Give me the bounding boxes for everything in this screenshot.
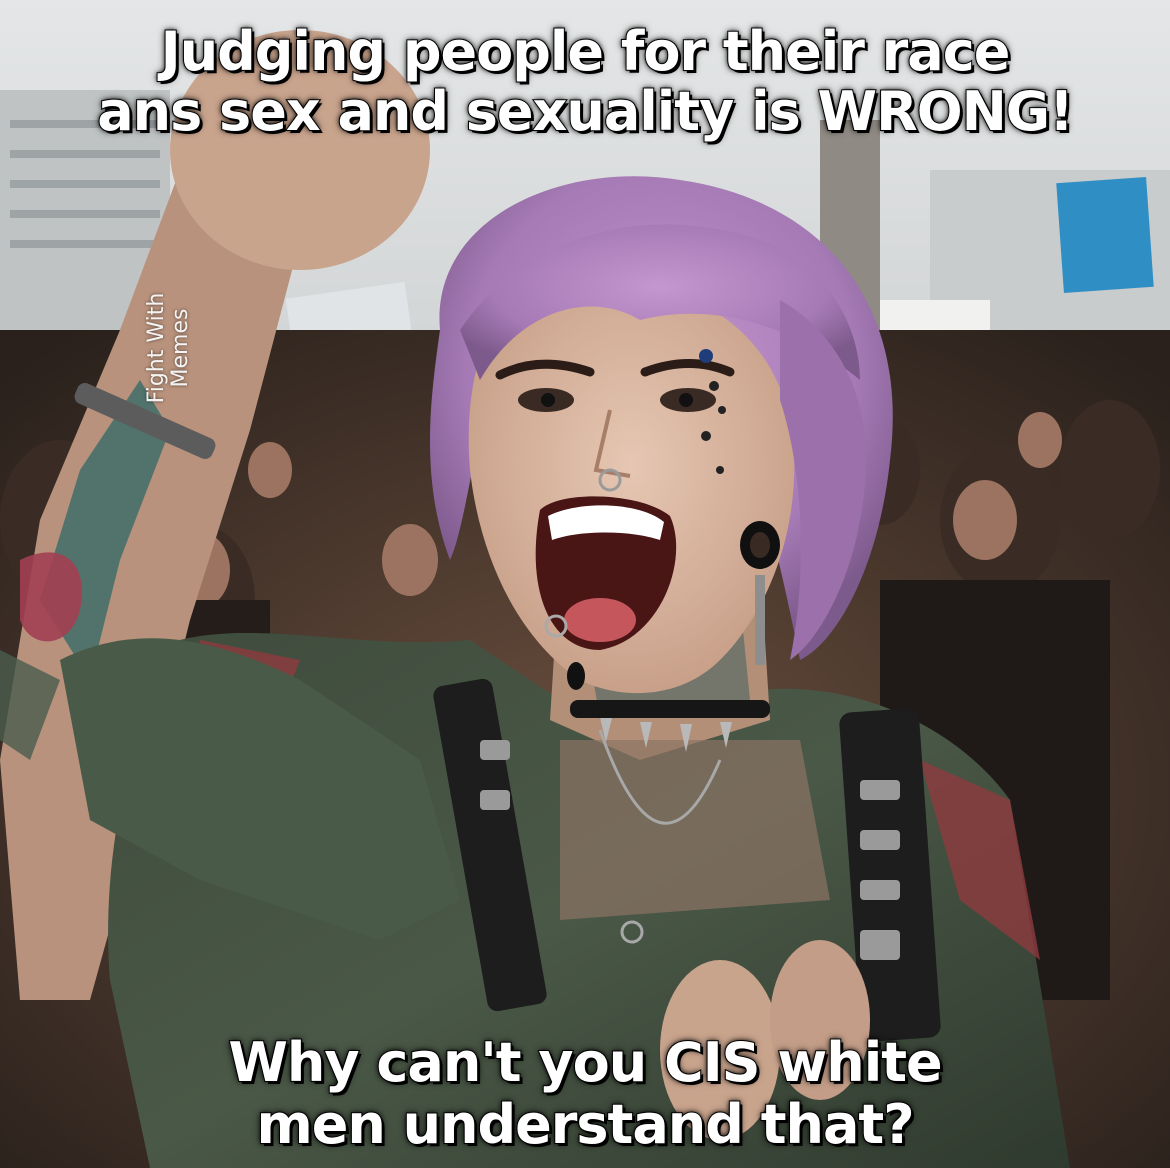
top-caption-line-2: ans sex and sexuality is WRONG! (96, 80, 1075, 143)
top-caption-line-1: Judging people for their race (160, 20, 1012, 83)
bottom-caption: Why can't you CIS white men understand t… (0, 1031, 1170, 1157)
bottom-caption-line-2: men understand that? (255, 1093, 915, 1157)
bottom-caption-line-1: Why can't you CIS white (227, 1031, 943, 1095)
watermark-line-2: Memes (168, 308, 193, 388)
watermark-line-1: Fight With (144, 292, 169, 404)
watermark: Fight With Memes (144, 273, 193, 423)
top-caption: Judging people for their race ans sex an… (0, 20, 1170, 143)
protest-scene (0, 0, 1170, 1168)
meme-image: Judging people for their race ans sex an… (0, 0, 1170, 1168)
